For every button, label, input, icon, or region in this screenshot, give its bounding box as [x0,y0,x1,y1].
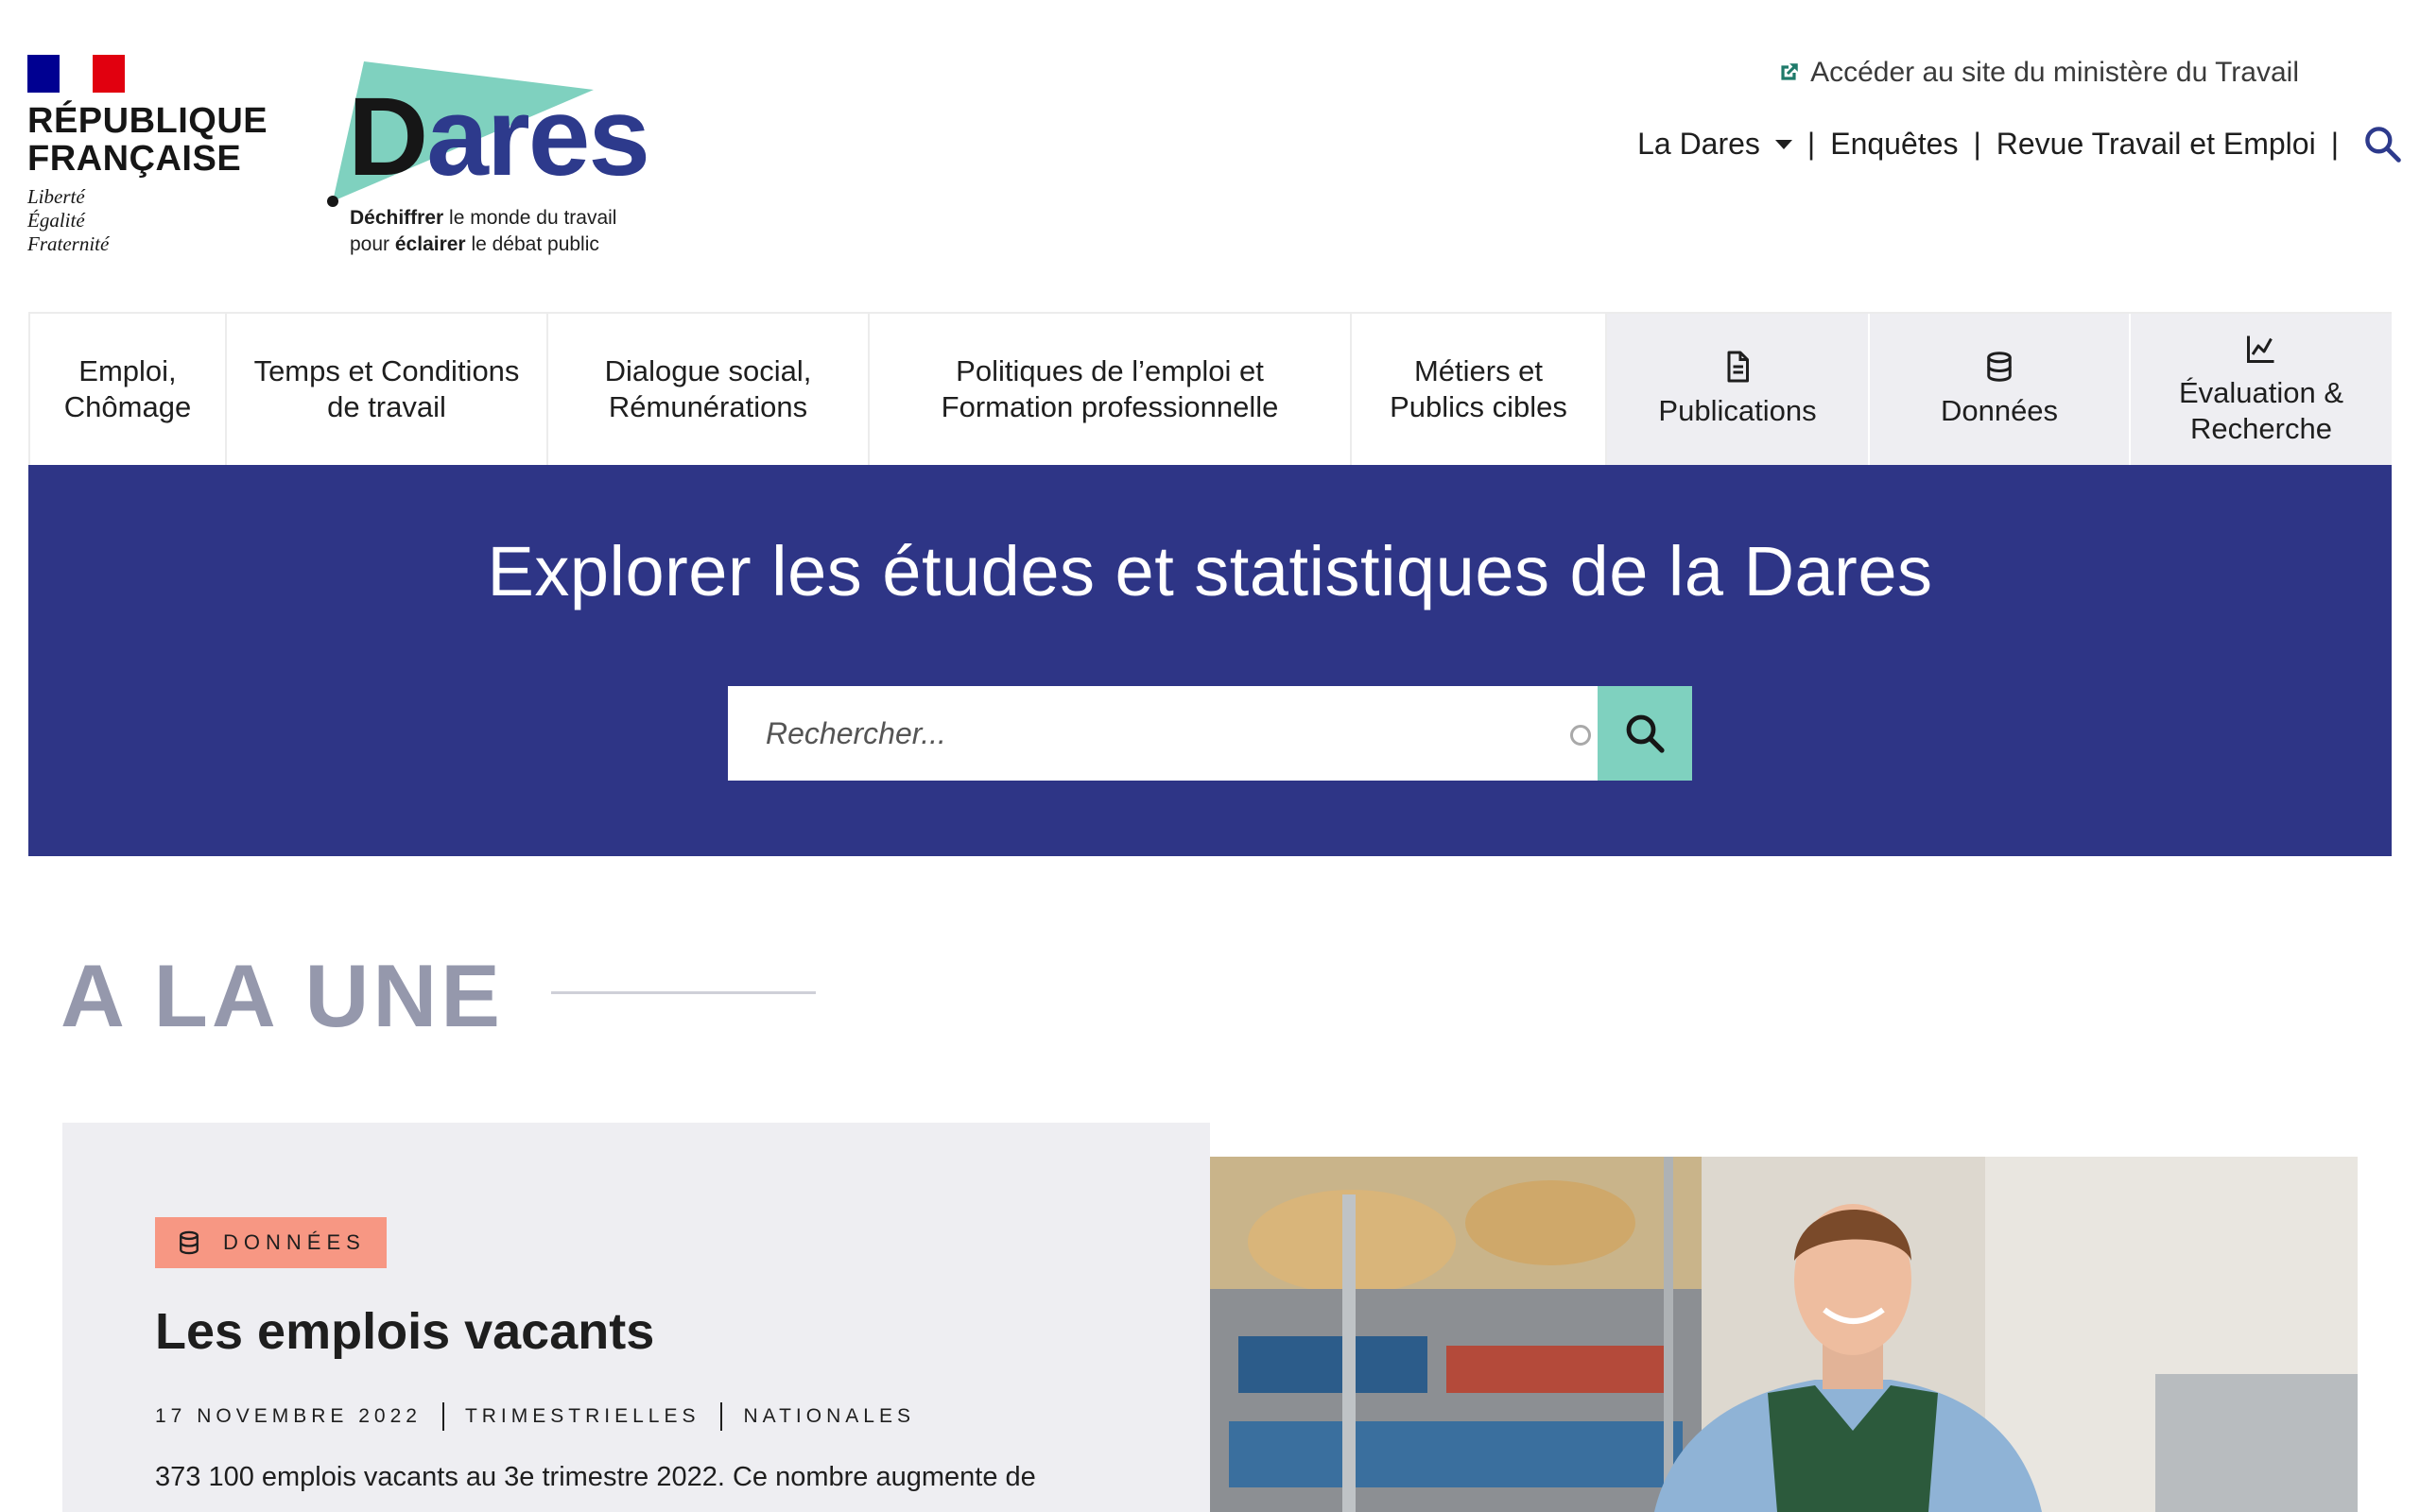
dares-logo[interactable]: Dares Déchiffrer le monde du travail pou… [321,52,650,269]
republique-motto: Liberté Égalité Fraternité [27,185,110,255]
search-input[interactable] [728,686,1598,781]
nav-publications[interactable]: Publications [1607,314,1870,465]
nav-evaluation-recherche[interactable]: Évaluation & Recherche [2131,314,2392,465]
search-icon [1626,714,1665,753]
republique-francaise-name: RÉPUBLIQUE FRANÇAISE [27,101,268,179]
nav-metiers-publics[interactable]: Métiers et Publics cibles [1352,314,1607,465]
a-la-une-divider [551,991,816,994]
shopkeeper-photo [1210,1157,2358,1512]
hero-title: Explorer les études et statistiques de l… [487,532,1933,610]
top-nav-enquetes[interactable]: Enquêtes [1830,127,1958,162]
database-icon [180,1230,199,1255]
dares-tagline: Déchiffrer le monde du travail pour écla… [350,207,617,255]
chevron-down-icon [1774,140,1792,149]
nav-emploi-chomage[interactable]: Emploi, Chômage [28,314,227,465]
hero-search-banner: Explorer les études et statistiques de l… [28,465,2392,856]
top-nav-la-dares[interactable]: La Dares [1637,127,1792,162]
card-scope: NATIONALES [743,1405,915,1427]
a-la-une-title: A LA UNE [60,946,504,1045]
external-link-icon [1781,63,1798,80]
main-nav: Emploi, Chômage Temps et Conditions de t… [28,312,2392,465]
republique-francaise-logo[interactable]: RÉPUBLIQUE FRANÇAISE Liberté Égalité Fra… [27,55,273,256]
card-frequency: TRIMESTRIELLES [464,1405,700,1427]
nav-donnees[interactable]: Données [1870,314,2131,465]
card-text-panel: DONNÉES Les emplois vacants 17 NOVEMBRE … [62,1123,1210,1512]
dares-wordmark: Dares [348,75,650,199]
database-icon [1987,352,2012,382]
nav-temps-conditions[interactable]: Temps et Conditions de travail [227,314,548,465]
top-nav-revue[interactable]: Revue Travail et Emploi [1996,127,2316,162]
card-date: 17 NOVEMBRE 2022 [155,1405,422,1427]
category-badge[interactable]: DONNÉES [155,1217,387,1268]
featured-article-card[interactable]: DONNÉES Les emplois vacants 17 NOVEMBRE … [62,1123,2358,1512]
site-header: RÉPUBLIQUE FRANÇAISE Liberté Égalité Fra… [0,0,2420,312]
marianne-flag-icon [27,55,125,93]
ministere-travail-label: Accéder au site du ministère du Travail [1810,57,2299,88]
card-image [1210,1157,2358,1512]
document-icon [1727,351,1749,383]
search-icon[interactable] [2361,123,2403,164]
top-nav: La Dares | Enquêtes | Revue Travail et E… [1637,123,2403,164]
card-title[interactable]: Les emplois vacants [155,1302,654,1361]
nav-politiques-emploi[interactable]: Politiques de l’emploi et Formation prof… [870,314,1352,465]
nav-dialogue-social[interactable]: Dialogue social, Rémunérations [548,314,870,465]
card-description: 373 100 emplois vacants au 3e trimestre … [155,1462,1036,1492]
search-box [728,686,1692,781]
line-chart-icon [2247,335,2274,363]
search-submit-button[interactable] [1598,686,1692,781]
loading-spinner-icon [1570,725,1591,746]
ministere-travail-link[interactable]: Accéder au site du ministère du Travail [1776,57,2299,89]
card-meta: 17 NOVEMBRE 2022 TRIMESTRIELLES NATIONAL… [155,1402,915,1431]
